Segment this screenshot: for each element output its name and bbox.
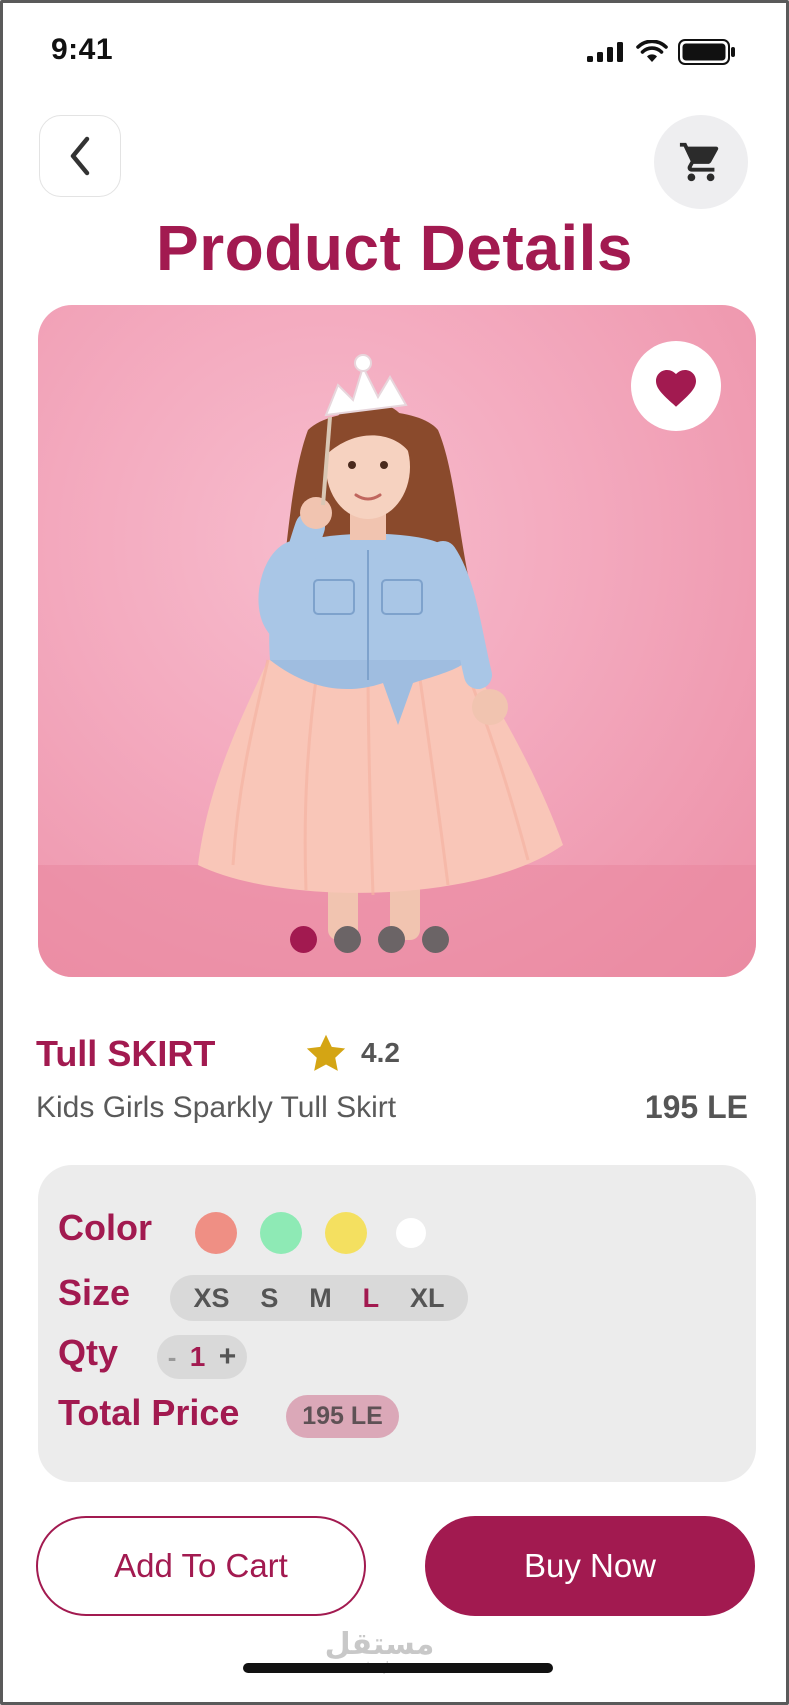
home-indicator[interactable] xyxy=(243,1663,553,1673)
status-icons xyxy=(586,39,736,65)
size-option-l[interactable]: L xyxy=(363,1283,380,1314)
wifi-icon xyxy=(636,40,668,62)
pagination-dot[interactable] xyxy=(289,926,317,953)
chevron-left-icon xyxy=(70,136,90,176)
size-option-xl[interactable]: XL xyxy=(410,1283,445,1314)
buy-now-button[interactable]: Buy Now xyxy=(425,1516,755,1616)
size-label: Size xyxy=(58,1272,131,1313)
product-name: Tull SKIRT xyxy=(36,1033,216,1074)
qty-increment-button[interactable]: + xyxy=(219,1340,237,1374)
pagination-dot[interactable] xyxy=(377,926,405,953)
color-swatch-coral[interactable] xyxy=(195,1212,237,1254)
qty-decrement-button[interactable]: - xyxy=(168,1342,177,1373)
rating-value: 4.2 xyxy=(361,1037,400,1068)
total-price-label: Total Price xyxy=(58,1392,240,1433)
product-rating: 4.2 xyxy=(305,1033,400,1073)
product-image-gallery[interactable] xyxy=(38,305,756,977)
qty-label: Qty xyxy=(58,1332,119,1373)
shopping-cart-icon xyxy=(679,142,719,182)
color-swatch-yellow[interactable] xyxy=(325,1212,367,1254)
heart-icon xyxy=(656,370,696,407)
star-icon xyxy=(306,1034,346,1071)
qty-value: 1 xyxy=(189,1341,206,1372)
size-option-m[interactable]: M xyxy=(309,1283,332,1314)
back-button[interactable] xyxy=(39,115,121,197)
signal-icon xyxy=(587,42,623,62)
battery-icon xyxy=(678,39,735,65)
color-swatch-mint[interactable] xyxy=(260,1212,302,1254)
total-price-value: 195 LE xyxy=(286,1395,399,1438)
gallery-pagination xyxy=(38,926,728,953)
color-label: Color xyxy=(58,1207,152,1248)
pagination-dot[interactable] xyxy=(333,926,361,953)
watermark-logo: مستقل xyxy=(324,1628,435,1661)
size-selector: XS S M L XL xyxy=(170,1275,468,1321)
size-option-xs[interactable]: XS xyxy=(193,1283,229,1314)
options-panel: Color Size XS S M L XL Qty - 1 + Total P… xyxy=(38,1165,756,1482)
quantity-stepper: - 1 + xyxy=(157,1335,247,1379)
color-swatch-white[interactable] xyxy=(396,1218,426,1248)
size-option-s[interactable]: S xyxy=(260,1283,278,1314)
product-price: 195 LE xyxy=(644,1089,748,1125)
phone-frame: 9:41 Product Details Tull SKIRT 4.2 Kids… xyxy=(0,0,789,1705)
status-time: 9:41 xyxy=(51,33,114,66)
cart-button[interactable] xyxy=(654,115,748,209)
favorite-button[interactable] xyxy=(631,341,721,431)
add-to-cart-button[interactable]: Add To Cart xyxy=(36,1516,366,1616)
pagination-dot[interactable] xyxy=(421,926,449,953)
product-description: Kids Girls Sparkly Tull Skirt xyxy=(36,1091,397,1124)
page-title: Product Details xyxy=(156,212,633,284)
